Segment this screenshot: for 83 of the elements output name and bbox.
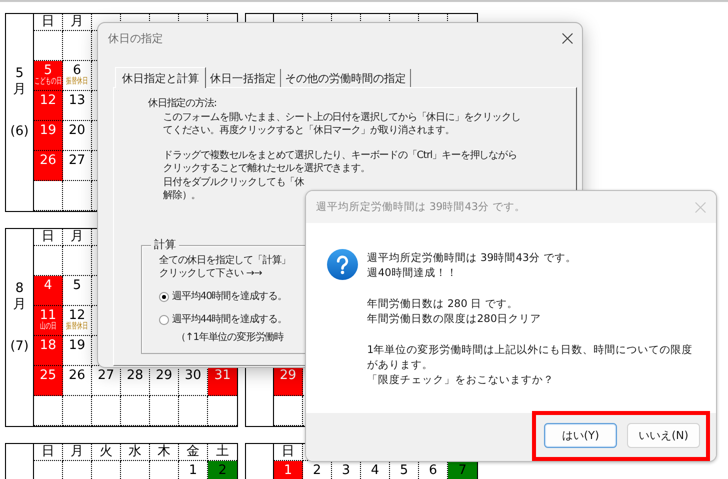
- day-number: 29: [280, 369, 296, 382]
- day-number: 30: [184, 369, 202, 382]
- day-number: 2: [218, 464, 227, 477]
- holiday-name: こどもの日: [34, 78, 62, 86]
- day-number: 4: [370, 464, 380, 477]
- month-number: 8: [15, 281, 24, 297]
- dialog-button[interactable]: はい(Y): [544, 423, 617, 448]
- message-text: 1年単位の変形労働時間は上記以外にも日数、時間についての限度があります。: [367, 342, 694, 374]
- radio-button[interactable]: [159, 314, 169, 324]
- day-number: 25: [40, 369, 56, 382]
- day-number: 26: [68, 369, 86, 382]
- day-number: 13: [68, 94, 86, 107]
- day-number: 19: [68, 339, 86, 352]
- month-unit: 月: [13, 82, 26, 98]
- radio-button[interactable]: [159, 292, 169, 302]
- day-number: 5: [400, 464, 408, 477]
- holiday-name: 振替休日: [66, 322, 88, 332]
- dialog-title: 週平均所定労働時間は 39時間43分 です。: [316, 200, 526, 214]
- weekday-header: 土: [216, 444, 229, 460]
- day-number: 3: [342, 464, 350, 477]
- day-number: 4: [44, 279, 52, 292]
- tab[interactable]: 休日指定と計算: [115, 67, 206, 88]
- message-text: 年間労働日数は 280 日 です。: [367, 296, 518, 312]
- weekday-header: 金: [186, 444, 200, 460]
- day-number: 12: [40, 94, 56, 107]
- instruction-text: クリックすることで離れたセルを選択できます。: [163, 162, 370, 175]
- group-label: 計算: [151, 238, 179, 251]
- day-number: 31: [214, 369, 231, 382]
- day-number: 6: [428, 464, 438, 477]
- weekday-header: 月: [70, 229, 84, 245]
- group-text: 全ての休日を指定して「計算」: [159, 254, 291, 267]
- message-text: 年間労働日数の限度は280日クリア: [367, 312, 542, 328]
- question-icon: [327, 249, 358, 280]
- dialog-button[interactable]: いいえ(N): [627, 423, 700, 448]
- day-number: 12: [68, 309, 86, 322]
- message-text: 「限度チェック」をおこないますか？: [367, 373, 554, 388]
- instruction-text: ドラッグで複数セルをまとめて選択したり、キーボードの「Ctrl」キーを押しながら: [163, 149, 517, 162]
- weekday-header: 月: [70, 14, 84, 30]
- weekday-header: 日: [42, 14, 54, 30]
- instructions-heading: 休日指定の方法:: [148, 97, 218, 110]
- day-number: 20: [68, 124, 86, 137]
- day-number: 19: [40, 124, 56, 137]
- weekday-header: 日: [282, 444, 294, 460]
- day-number: 18: [40, 339, 56, 352]
- day-number: 5: [44, 64, 52, 77]
- weekday-header: 日: [42, 444, 54, 460]
- day-number: 29: [156, 369, 172, 382]
- radio-label[interactable]: 週平均40時間を達成する。: [172, 290, 287, 303]
- day-number: 26: [40, 154, 56, 167]
- weekday-header: 木: [158, 444, 170, 460]
- holiday-count: (6): [10, 124, 29, 140]
- window-title: 休日の指定: [108, 30, 163, 46]
- day-number: 1: [284, 464, 292, 477]
- day-number: 2: [312, 464, 322, 477]
- weekday-header: 日: [42, 229, 54, 245]
- day-number: 5: [72, 279, 82, 292]
- day-number: 27: [68, 154, 86, 167]
- close-icon[interactable]: [562, 32, 573, 44]
- day-number: 6: [72, 64, 82, 77]
- holiday-name: 山の日: [40, 322, 56, 332]
- weekday-header: 火: [100, 444, 112, 460]
- instruction-text: このフォームを開いたまま、シート上の日付を選択してから「休日に」をクリックし: [163, 111, 520, 124]
- radio-label[interactable]: 週平均44時間を達成する。: [172, 313, 287, 326]
- message-text: 週平均所定労働時間は 39時間43分 です。: [367, 251, 576, 266]
- instruction-text: 解除）。: [163, 189, 201, 202]
- tab[interactable]: その他の労働時間の指定: [281, 69, 411, 87]
- holiday-count: (7): [10, 339, 29, 355]
- group-text: クリックして下さい →→: [159, 267, 262, 280]
- day-number: 28: [126, 369, 144, 382]
- day-number: 7: [458, 464, 467, 477]
- day-number: 1: [188, 464, 198, 477]
- tab[interactable]: 休日一括指定: [206, 69, 281, 87]
- day-number: 11: [40, 309, 56, 322]
- message-text: 週40時間達成！！: [367, 266, 458, 282]
- instruction-text: 日付をダブルクリックしても「休: [163, 176, 304, 189]
- weekday-header: 水: [128, 444, 142, 460]
- group-note: （↑1年単位の変形労働時: [176, 331, 285, 344]
- month-unit: 月: [13, 297, 26, 313]
- month-number: 5: [15, 66, 24, 82]
- instruction-text: てください。再度クリックすると「休日マーク」が取り消されます。: [163, 124, 454, 137]
- weekday-header: 月: [70, 444, 84, 460]
- holiday-name: 振替休日: [66, 78, 88, 86]
- day-number: 27: [98, 369, 114, 382]
